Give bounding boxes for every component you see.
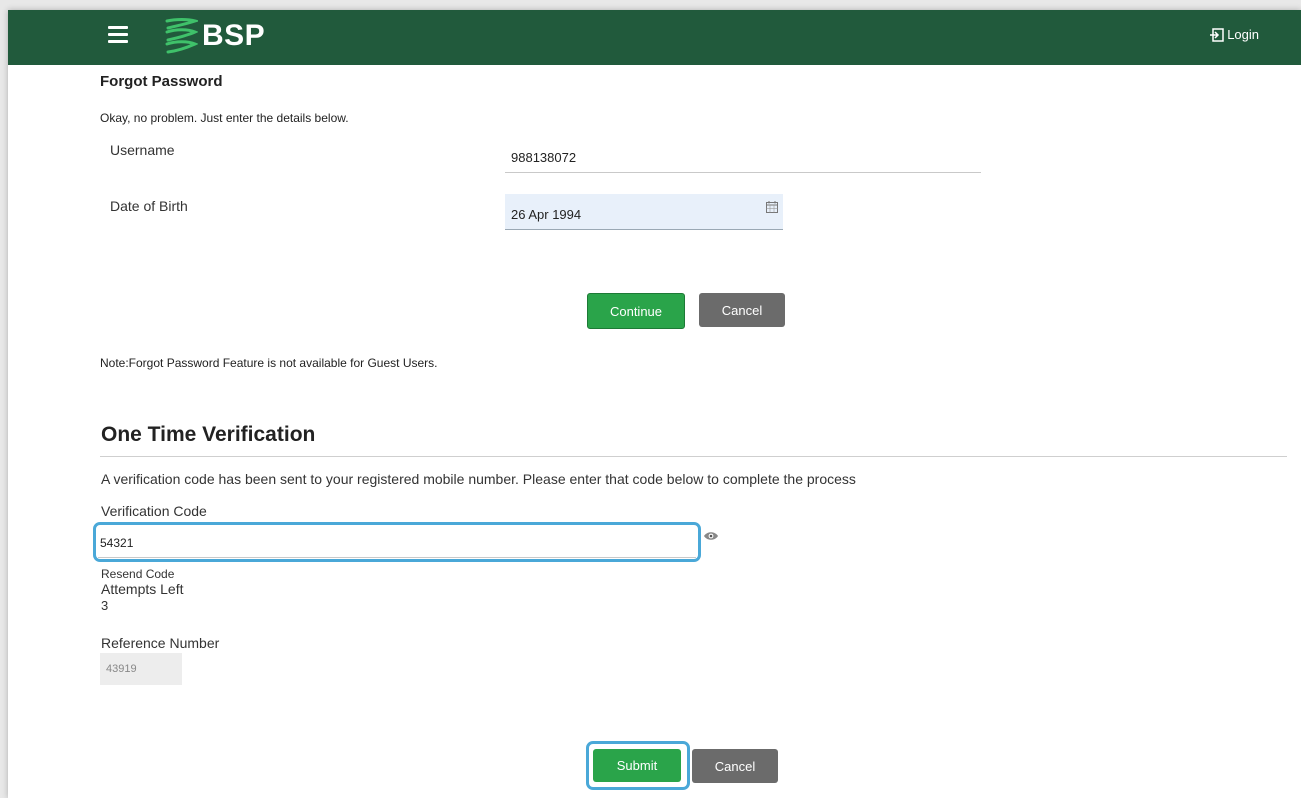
username-input[interactable]: 988138072 [511, 150, 576, 165]
section-divider [100, 456, 1287, 457]
hamburger-icon[interactable] [108, 26, 128, 44]
reference-number-field: 43919 [100, 653, 182, 685]
otv-description: A verification code has been sent to you… [101, 471, 856, 487]
attempts-left-label: Attempts Left [101, 581, 184, 597]
bsp-logo[interactable]: BSP [164, 16, 265, 56]
username-underline [505, 172, 981, 173]
login-link[interactable]: Login [1210, 27, 1259, 42]
resend-code-link[interactable]: Resend Code [101, 567, 174, 581]
continue-button[interactable]: Continue [587, 293, 685, 329]
submit-button[interactable]: Submit [593, 749, 681, 782]
dob-value: 26 Apr 1994 [511, 207, 582, 222]
brand-name: BSP [202, 19, 266, 52]
forgot-cancel-button[interactable]: Cancel [699, 293, 785, 327]
login-label: Login [1227, 27, 1259, 42]
attempts-left-value: 3 [101, 598, 109, 613]
bsp-leaf-icon [165, 18, 198, 54]
page: BSP Login Forgot Password Okay, no probl… [8, 10, 1301, 798]
reference-number-label: Reference Number [101, 635, 220, 651]
forgot-password-title: Forgot Password [100, 73, 223, 90]
dob-label: Date of Birth [110, 198, 188, 214]
verification-code-label: Verification Code [101, 503, 207, 519]
eye-icon[interactable] [703, 531, 719, 541]
dob-input[interactable]: 26 Apr 1994 [505, 194, 783, 230]
calendar-icon[interactable] [766, 201, 778, 213]
verification-code-value: 54321 [100, 536, 134, 550]
otv-cancel-button[interactable]: Cancel [692, 749, 778, 783]
verification-code-input[interactable]: 54321 [98, 528, 696, 558]
top-navbar: BSP Login [8, 10, 1301, 65]
guest-note: Note:Forgot Password Feature is not avai… [100, 356, 438, 370]
otv-title: One Time Verification [101, 423, 316, 446]
forgot-password-subtitle: Okay, no problem. Just enter the details… [100, 111, 349, 125]
login-icon [1210, 27, 1224, 42]
username-label: Username [110, 142, 175, 158]
reference-number-value: 43919 [106, 663, 137, 675]
